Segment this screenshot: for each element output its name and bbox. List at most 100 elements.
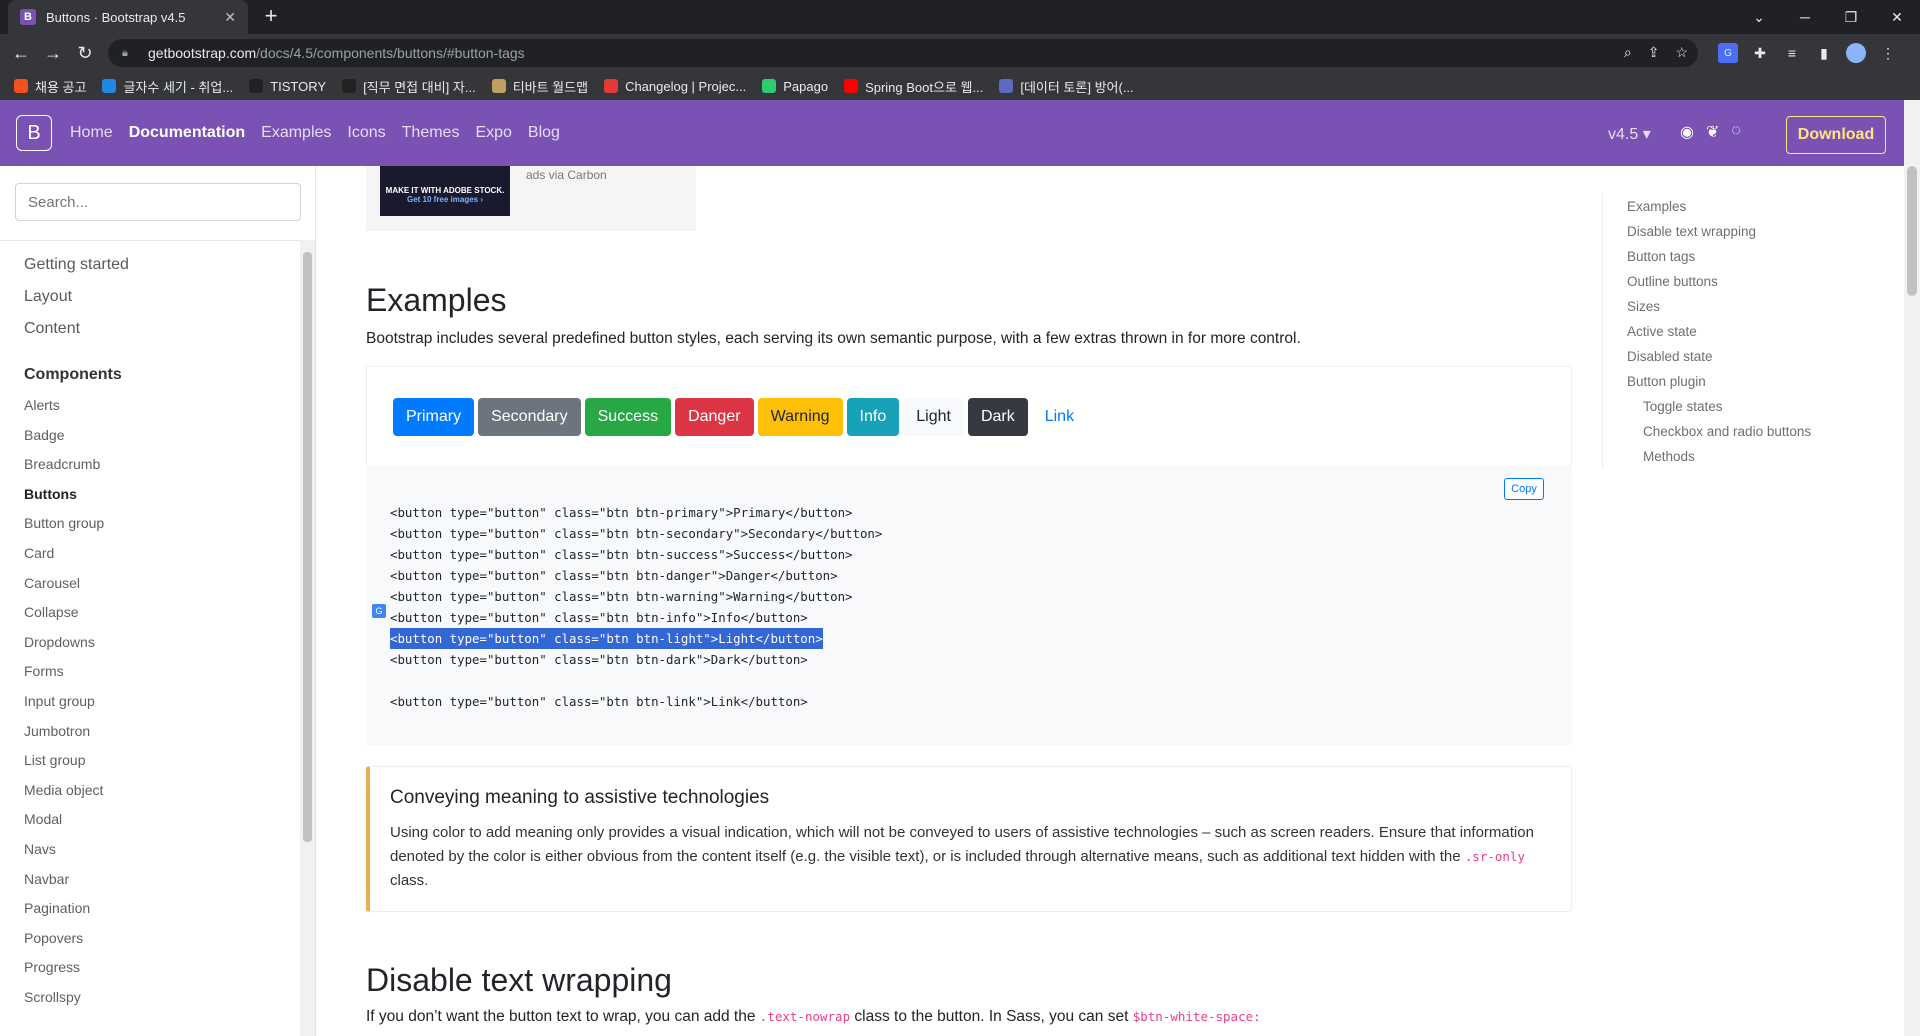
sidebar-item-scrollspy[interactable]: Scrollspy (0, 983, 300, 1013)
btn-warning[interactable]: Warning (757, 398, 843, 436)
toc-item-checkbox-and-radio-buttons[interactable]: Checkbox and radio buttons (1627, 419, 1822, 444)
ads-via-carbon-link[interactable]: ads via Carbon (526, 168, 607, 182)
bookmark-favicon-icon (491, 79, 506, 93)
extensions-puzzle-icon[interactable]: ✚ (1750, 43, 1770, 63)
sidebar-scrollbar-thumb[interactable] (303, 252, 312, 842)
sidebar-group-components[interactable]: Components (0, 359, 300, 391)
github-icon[interactable]: ◉ (1680, 122, 1694, 142)
translate-selection-icon[interactable]: G (372, 604, 386, 618)
url-bar[interactable]: 🔒︎ getbootstrap.com/docs/4.5/components/… (108, 39, 1698, 67)
btn-danger[interactable]: Danger (675, 398, 754, 436)
sidebar-item-navbar[interactable]: Navbar (0, 865, 300, 895)
bookmark-star-icon[interactable]: ☆ (1675, 44, 1688, 61)
sidebar-item-breadcrumb[interactable]: Breadcrumb (0, 450, 300, 480)
minimize-icon[interactable]: ─ (1782, 0, 1828, 34)
zoom-icon[interactable]: ⌕ (1624, 44, 1632, 61)
toc-item-button-tags[interactable]: Button tags (1627, 244, 1822, 269)
close-tab-icon[interactable]: ✕ (224, 9, 236, 26)
sidebar-item-alerts[interactable]: Alerts (0, 391, 300, 421)
bootstrap-logo-icon[interactable]: B (16, 115, 52, 151)
bookmark-item[interactable]: 티바트 월드맵 (491, 77, 588, 96)
new-tab-icon[interactable]: + (258, 4, 284, 30)
toc-item-examples[interactable]: Examples (1627, 194, 1822, 219)
btn-secondary[interactable]: Secondary (478, 398, 581, 436)
nav-link-expo[interactable]: Expo (475, 124, 511, 142)
toc-item-disabled-state[interactable]: Disabled state (1627, 344, 1822, 369)
version-dropdown[interactable]: v4.5 ▾ (1608, 124, 1651, 144)
sidebar-item-buttons[interactable]: Buttons (0, 480, 300, 510)
btn-link[interactable]: Link (1032, 398, 1087, 436)
page-scrollbar[interactable] (1904, 100, 1920, 1036)
download-button[interactable]: Download (1786, 116, 1886, 154)
search-input[interactable] (15, 183, 301, 221)
sidebar-item-carousel[interactable]: Carousel (0, 569, 300, 599)
bookmark-item[interactable]: [직무 면접 대비] 자... (342, 77, 476, 96)
sidebar-item-dropdowns[interactable]: Dropdowns (0, 628, 300, 658)
side-panel-icon[interactable]: ▮ (1814, 43, 1834, 63)
toc-item-button-plugin[interactable]: Button plugin (1627, 369, 1822, 394)
bookmark-item[interactable]: 글자수 세기 - 취업... (102, 77, 233, 96)
sidebar-group[interactable]: Content (0, 313, 300, 345)
sidebar-item-jumbotron[interactable]: Jumbotron (0, 717, 300, 747)
sidebar-item-progress[interactable]: Progress (0, 953, 300, 983)
sidebar-item-input-group[interactable]: Input group (0, 687, 300, 717)
toc-item-active-state[interactable]: Active state (1627, 319, 1822, 344)
nav-link-documentation[interactable]: Documentation (129, 124, 245, 142)
forward-icon[interactable]: → (40, 40, 66, 66)
sidebar-item-list-group[interactable]: List group (0, 746, 300, 776)
browser-tab[interactable]: B Buttons · Bootstrap v4.5 ✕ (8, 0, 248, 34)
sidebar-item-forms[interactable]: Forms (0, 657, 300, 687)
opencollective-icon[interactable]: ◌ (1731, 122, 1741, 142)
disable-text-wrapping-heading: Disable text wrapping (366, 962, 672, 998)
bookmark-item[interactable]: 채용 공고 (14, 77, 86, 96)
btn-success[interactable]: Success (584, 398, 672, 436)
nav-link-themes[interactable]: Themes (402, 124, 460, 142)
sidebar-group[interactable]: Getting started (0, 249, 300, 281)
share-icon[interactable]: ⇪ (1648, 44, 1660, 61)
bookmark-item[interactable]: [데이터 토론] 방어(... (999, 77, 1134, 96)
close-window-icon[interactable]: ✕ (1874, 0, 1920, 34)
tab-search-icon[interactable]: ⌄ (1736, 0, 1782, 34)
sidebar-item-navs[interactable]: Navs (0, 835, 300, 865)
toc-item-sizes[interactable]: Sizes (1627, 294, 1822, 319)
carbon-ad[interactable]: MAKE IT WITH ADOBE STOCK. Get 10 free im… (366, 166, 696, 231)
reload-icon[interactable]: ↻ (72, 40, 98, 66)
toc-item-toggle-states[interactable]: Toggle states (1627, 394, 1822, 419)
bookmark-item[interactable]: Spring Boot으로 웹... (844, 77, 983, 96)
reading-list-icon[interactable]: ≡ (1782, 43, 1802, 63)
sidebar-item-modal[interactable]: Modal (0, 805, 300, 835)
nav-link-home[interactable]: Home (70, 124, 113, 142)
copy-button[interactable]: Copy (1504, 478, 1544, 500)
page-scrollbar-thumb[interactable] (1907, 166, 1917, 296)
twitter-icon[interactable]: ❦ (1706, 122, 1719, 142)
bookmark-item[interactable]: Changelog | Projec... (604, 79, 746, 94)
nav-link-icons[interactable]: Icons (347, 124, 385, 142)
profile-avatar-icon[interactable] (1846, 43, 1866, 63)
translate-extension-icon[interactable]: G (1718, 43, 1738, 63)
sidebar-item-pagination[interactable]: Pagination (0, 894, 300, 924)
browser-menu-icon[interactable]: ⋮ (1878, 43, 1898, 63)
sidebar-item-collapse[interactable]: Collapse (0, 598, 300, 628)
bookmark-item[interactable]: Papago (762, 79, 828, 94)
btn-primary[interactable]: Primary (393, 398, 475, 436)
nav-link-blog[interactable]: Blog (528, 124, 560, 142)
restore-icon[interactable]: ❐ (1828, 0, 1874, 34)
btn-light[interactable]: Light (903, 398, 964, 436)
ad-image[interactable]: MAKE IT WITH ADOBE STOCK. Get 10 free im… (380, 166, 510, 216)
bookmark-item[interactable]: TISTORY (249, 79, 326, 94)
sidebar-scrollbar[interactable] (300, 240, 315, 1036)
toc-item-disable-text-wrapping[interactable]: Disable text wrapping (1627, 219, 1822, 244)
sidebar-item-popovers[interactable]: Popovers (0, 924, 300, 954)
toc-item-methods[interactable]: Methods (1627, 444, 1822, 469)
sidebar-item-card[interactable]: Card (0, 539, 300, 569)
btn-info[interactable]: Info (846, 398, 900, 436)
btn-dark[interactable]: Dark (967, 398, 1028, 436)
sidebar-item-badge[interactable]: Badge (0, 421, 300, 451)
nav-link-examples[interactable]: Examples (261, 124, 331, 142)
bookmark-label: 글자수 세기 - 취업... (123, 79, 234, 95)
toc-item-outline-buttons[interactable]: Outline buttons (1627, 269, 1822, 294)
back-icon[interactable]: ← (8, 40, 34, 66)
sidebar-item-media-object[interactable]: Media object (0, 776, 300, 806)
sidebar-item-button-group[interactable]: Button group (0, 509, 300, 539)
sidebar-group[interactable]: Layout (0, 281, 300, 313)
